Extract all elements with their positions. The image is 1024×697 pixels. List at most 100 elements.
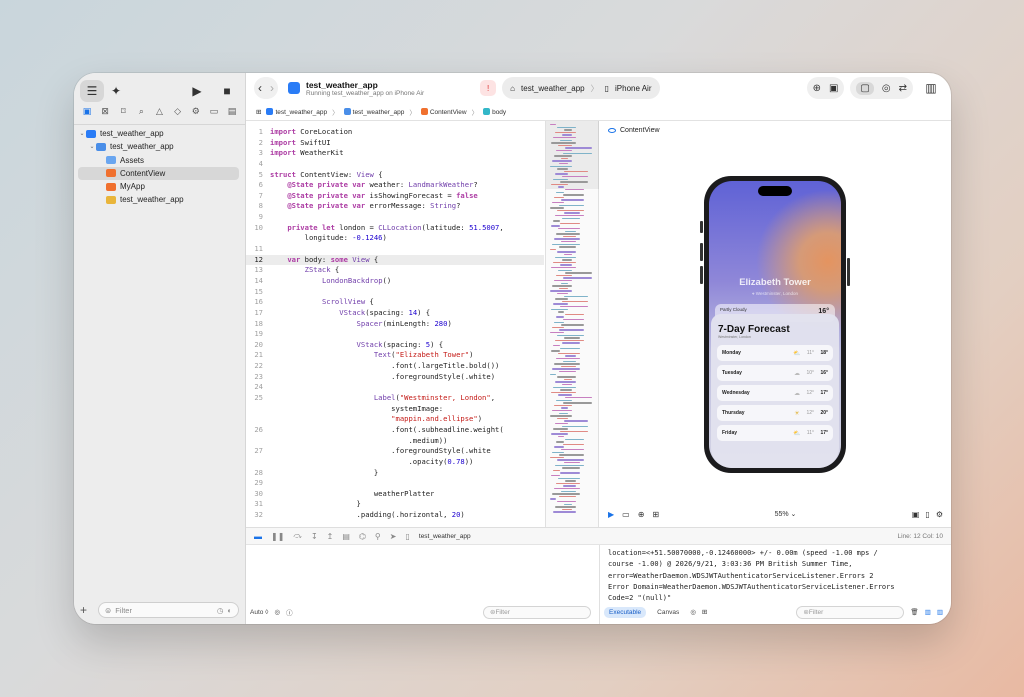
code-lines[interactable]: 1 import CoreLocation 2 import SwiftUI 3 impo… [246, 127, 544, 521]
code-line[interactable]: 28 } [246, 468, 544, 479]
step-in-icon[interactable]: ↧ [311, 532, 318, 541]
code-line[interactable]: 14 LondonBackdrop() [246, 276, 544, 287]
line-number[interactable]: 2 [246, 138, 270, 149]
inspector-toggle-icon[interactable]: ▥ [919, 77, 943, 99]
jumpbar-item-project[interactable]: test_weather_app [266, 107, 327, 116]
canvas-toggle-icon[interactable]: ▣ [829, 83, 838, 94]
code-line[interactable]: 21 Text("Elizabeth Tower") [246, 350, 544, 361]
environment-icon[interactable]: ⚲ [375, 532, 381, 541]
issue-icon[interactable]: △ [153, 106, 167, 122]
pause-icon[interactable]: ❚❚ [271, 532, 284, 541]
eye-icon[interactable]: ◎ [274, 608, 280, 616]
code-line[interactable]: 19 [246, 329, 544, 340]
forecast-row[interactable]: Friday ⛅ 11° 17° [717, 425, 833, 441]
code-text[interactable]: .medium)) [270, 436, 447, 447]
navigator-filter-input[interactable]: ⊜ Filter ◷ ◐ [98, 602, 239, 618]
code-text[interactable]: @State private var isShowingForecast = f… [270, 191, 477, 202]
auto-selector[interactable]: Auto ◊ [250, 609, 268, 616]
line-number[interactable]: 1 [246, 127, 270, 138]
line-number[interactable]: 7 [246, 191, 270, 202]
scm-filter-icon[interactable]: ◐ [227, 606, 232, 615]
selectable-icon[interactable]: ▭ [622, 510, 630, 519]
device-icon[interactable]: ▯ [925, 510, 929, 519]
code-text[interactable]: systemImage: [270, 404, 443, 415]
code-text[interactable]: VStack(spacing: 14) { [270, 308, 430, 319]
code-line[interactable]: 23 .foregroundStyle(.white) [246, 372, 544, 383]
add-editor-icon[interactable]: ⊕ [813, 83, 821, 94]
code-text[interactable]: } [270, 499, 361, 510]
line-number[interactable]: 12 [246, 255, 270, 266]
line-number[interactable]: 5 [246, 170, 270, 181]
code-text[interactable]: } [270, 468, 378, 479]
code-line[interactable]: 12 var body: some View { [246, 254, 544, 266]
line-number[interactable]: 20 [246, 340, 270, 351]
code-text[interactable]: private let london = CLLocation(latitude… [270, 223, 503, 234]
issue-badge-icon[interactable]: ! [480, 80, 497, 96]
view-debugger-icon[interactable]: ▤ [342, 532, 350, 541]
line-number[interactable]: 21 [246, 350, 270, 361]
output-filter-icon[interactable]: ⊞ [702, 608, 707, 616]
code-line[interactable]: 26 .font(.subheadline.weight( [246, 425, 544, 436]
code-text[interactable]: var body: some View { [270, 255, 378, 266]
code-line[interactable]: 16 ScrollView { [246, 297, 544, 308]
code-line[interactable]: longitude: -0.1246) [246, 233, 544, 244]
forecast-sheet[interactable]: 7-Day Forecast Westminster, London Monda… [711, 314, 839, 468]
code-line[interactable]: 30 weatherPlatter [246, 489, 544, 500]
code-text[interactable]: .foregroundStyle(.white) [270, 372, 495, 383]
code-line[interactable]: .opacity(0.78)) [246, 457, 544, 468]
source-editor[interactable]: 1 import CoreLocation 2 import SwiftUI 3 impo… [246, 121, 599, 527]
code-text[interactable]: Text("Elizabeth Tower") [270, 350, 474, 361]
code-line[interactable]: 17 VStack(spacing: 14) { [246, 308, 544, 319]
step-over-icon[interactable]: ⤼ [293, 531, 302, 541]
code-line[interactable]: systemImage: [246, 404, 544, 415]
code-text[interactable]: LondonBackdrop() [270, 276, 391, 287]
line-number[interactable]: 8 [246, 201, 270, 212]
code-line[interactable]: 15 [246, 287, 544, 298]
step-out-icon[interactable]: ↥ [327, 532, 334, 541]
code-text[interactable]: ScrollView { [270, 297, 374, 308]
trash-icon[interactable]: 🗑 [910, 608, 918, 616]
find-icon[interactable]: ⌕ [134, 106, 148, 122]
code-line[interactable]: 4 [246, 159, 544, 170]
eye-icon[interactable]: ◎ [690, 608, 696, 616]
code-line[interactable]: 20 VStack(spacing: 5) { [246, 340, 544, 351]
debug-icon[interactable]: ⚙ [189, 106, 203, 122]
breakpoint-icon[interactable]: ▭ [207, 106, 221, 122]
disclosure-icon[interactable]: ⌄ [78, 130, 86, 137]
code-text[interactable]: import SwiftUI [270, 138, 331, 149]
code-line[interactable]: 18 Spacer(minLength: 280) [246, 319, 544, 330]
line-number[interactable]: 24 [246, 382, 270, 393]
line-number[interactable]: 25 [246, 393, 270, 404]
bookmark-icon[interactable]: ⌑ [116, 106, 130, 122]
right-pane-icon[interactable]: ▥ [937, 608, 943, 616]
test-icon[interactable]: ◇ [171, 106, 185, 122]
code-text[interactable]: Spacer(minLength: 280) [270, 319, 452, 330]
line-number[interactable]: 28 [246, 468, 270, 479]
code-text[interactable]: weatherPlatter [270, 489, 435, 500]
code-line[interactable]: 5 struct ContentView: View { [246, 170, 544, 181]
line-number[interactable]: 19 [246, 329, 270, 340]
line-number[interactable]: 10 [246, 223, 270, 234]
review-icon[interactable]: ◎ [882, 83, 891, 94]
device-settings-icon[interactable]: ▣ [912, 510, 920, 519]
navigator-item[interactable]: MyApp [78, 180, 239, 193]
line-number[interactable]: 32 [246, 510, 270, 521]
jumpbar-item-symbol[interactable]: body [483, 107, 506, 116]
tab-canvas[interactable]: Canvas [652, 607, 684, 618]
code-text[interactable]: struct ContentView: View { [270, 170, 383, 181]
code-line[interactable]: 10 private let london = CLLocation(latit… [246, 223, 544, 234]
swap-icon[interactable]: ⇄ [899, 83, 907, 94]
tab-executable[interactable]: Executable [604, 606, 647, 618]
line-number[interactable]: 15 [246, 287, 270, 298]
zoom-control[interactable]: 55% ⌄ [775, 510, 797, 518]
code-line[interactable]: 27 .foregroundStyle(.white [246, 446, 544, 457]
line-number[interactable] [246, 404, 270, 415]
device-name[interactable]: iPhone Air [615, 84, 651, 93]
disclosure-icon[interactable]: ⌄ [88, 143, 96, 150]
code-line[interactable]: 11 [246, 244, 544, 255]
forecast-row[interactable]: Tuesday ☁ 10° 16° [717, 365, 833, 381]
code-line[interactable]: 2 import SwiftUI [246, 138, 544, 149]
code-text[interactable]: VStack(spacing: 5) { [270, 340, 444, 351]
grid-icon[interactable]: ⊞ [652, 510, 659, 519]
code-line[interactable]: 1 import CoreLocation [246, 127, 544, 138]
